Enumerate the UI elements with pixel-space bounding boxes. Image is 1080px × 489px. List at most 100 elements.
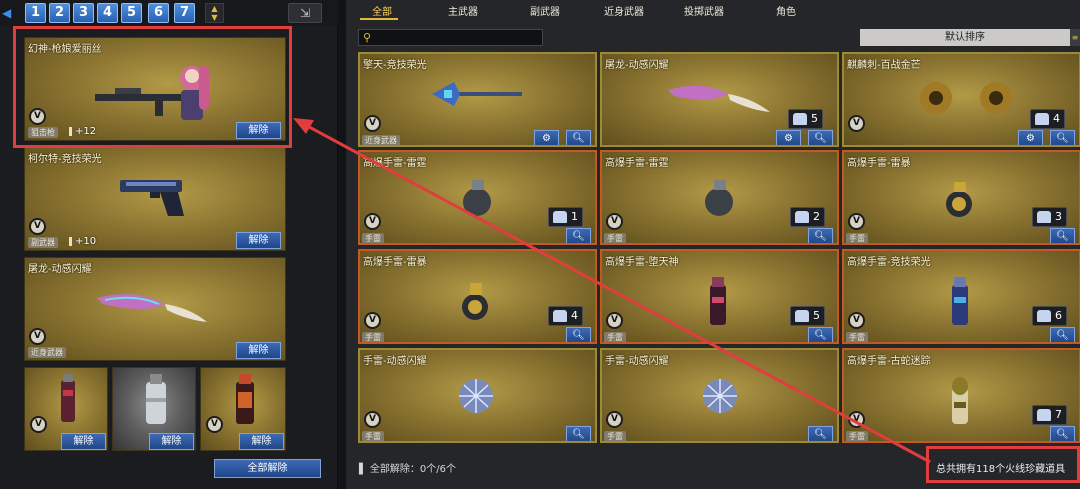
item-name: 高爆手雷-竞技荣光 — [847, 257, 931, 268]
item-count-value: 6 — [1055, 309, 1062, 322]
inventory-item-card[interactable]: 手雷-动感闪耀 V 手雷 🔍︎ — [358, 348, 597, 443]
inventory-item-card[interactable]: 高爆手雷-雷暴 V 手雷 3 🔍︎ — [842, 150, 1080, 245]
equipped-item-card[interactable]: 幻神-枪娘爱丽丝 V 狙击枪 +12 解除 — [24, 37, 286, 141]
slot-scroll-arrows-icon[interactable]: ▲ ▼ — [205, 3, 224, 23]
v-badge: V — [29, 218, 46, 235]
unequip-button[interactable]: 解除 — [149, 433, 194, 450]
slot-button-1[interactable]: 1 — [25, 3, 46, 23]
slot-button-7[interactable]: 7 — [174, 3, 195, 23]
item-count: 4 — [548, 306, 583, 326]
inventory-item-card[interactable]: 擎天-竞技荣光 V 近身武器 ⚙ 🔍︎ — [358, 52, 597, 147]
inventory-item-card[interactable]: 屠龙-动感闪耀 5 ⚙ 🔍︎ — [600, 52, 839, 147]
slot-button-5[interactable]: 5 — [121, 3, 142, 23]
item-count-value: 7 — [1055, 408, 1062, 421]
grenade-slot-card[interactable]: V 解除 — [24, 367, 108, 451]
inventory-item-card[interactable]: 手雷-动感闪耀 V 手雷 🔍︎ — [600, 348, 839, 443]
unequip-button[interactable]: 解除 — [236, 342, 281, 359]
slot-button-2[interactable]: 2 — [49, 3, 70, 23]
chest-icon — [1037, 409, 1051, 421]
inspect-button[interactable]: 🔍︎ — [1050, 228, 1075, 243]
inspect-button[interactable]: 🔍︎ — [808, 130, 833, 145]
slot-button-3[interactable]: 3 — [73, 3, 94, 23]
slot-button-6[interactable]: 6 — [148, 3, 169, 23]
tab-primary[interactable]: 主武器 — [448, 3, 478, 18]
inspect-button[interactable]: 🔍︎ — [1050, 130, 1075, 145]
v-badge: V — [848, 312, 865, 329]
tab-throwable[interactable]: 投掷武器 — [684, 3, 724, 18]
item-name: 幻神-枪娘爱丽丝 — [28, 44, 102, 55]
item-name: 高爆手雷-古蛇迷踪 — [847, 356, 931, 367]
inspect-button[interactable]: 🔍︎ — [566, 426, 591, 441]
item-name: 高爆手雷-雷霆 — [363, 158, 427, 169]
inventory-item-card[interactable]: 高爆手雷-堕天神 V 手雷 5 🔍︎ — [600, 249, 839, 344]
item-count: 3 — [1032, 207, 1067, 227]
tab-all[interactable]: 全部 — [372, 3, 392, 18]
search-input[interactable]: ⚲ — [358, 29, 543, 46]
inspect-button[interactable]: 🔍︎ — [566, 228, 591, 243]
item-type-tag: 手雷 — [362, 233, 384, 243]
v-badge: V — [606, 312, 623, 329]
upgrade-button[interactable]: ⚙ — [776, 130, 801, 145]
inventory-item-card[interactable]: 高爆手雷-雷霆 V 手雷 2 🔍︎ — [600, 150, 839, 245]
chest-icon — [1035, 113, 1049, 125]
grenade-icon — [463, 180, 491, 216]
v-badge: V — [29, 108, 46, 125]
v-badge: V — [364, 213, 381, 230]
share-icon[interactable]: ⇲ — [288, 3, 322, 23]
equipped-item-card[interactable]: 柯尔特-竞技荣光 V 副武器 +10 解除 — [24, 147, 286, 251]
twin-claws-icon — [920, 82, 1012, 114]
item-type-tag: 手雷 — [846, 431, 868, 441]
settings-button[interactable]: ⚙ — [534, 130, 559, 145]
v-badge: V — [848, 213, 865, 230]
inspect-button[interactable]: 🔍︎ — [566, 130, 591, 145]
grenade-icon — [952, 377, 968, 424]
inspect-button[interactable]: 🔍︎ — [1050, 327, 1075, 342]
grenade-slot-card[interactable]: V 解除 — [200, 367, 286, 451]
item-type-tag: 手雷 — [846, 332, 868, 342]
item-count-value: 5 — [811, 112, 818, 125]
item-name: 擎天-竞技荣光 — [363, 60, 427, 71]
equipped-item-card[interactable]: 屠龙-动感闪耀 V 近身武器 解除 — [24, 257, 286, 361]
inventory-item-card[interactable]: 高爆手雷-古蛇迷踪 V 手雷 7 🔍︎ — [842, 348, 1080, 443]
unequip-summary-text: 全部解除：0个/6个 — [369, 464, 456, 475]
inspect-button[interactable]: 🔍︎ — [1050, 426, 1075, 441]
tab-melee[interactable]: 近身武器 — [604, 3, 644, 18]
v-badge: V — [848, 411, 865, 428]
unequip-button[interactable]: 解除 — [236, 232, 281, 249]
upgrade-button[interactable]: ⚙ — [1018, 130, 1043, 145]
v-badge: V — [606, 411, 623, 428]
item-type-tag: 手雷 — [362, 431, 384, 441]
sort-menu-icon[interactable]: ≡ — [1070, 29, 1080, 46]
unequip-button[interactable]: 解除 — [236, 122, 281, 139]
chest-icon — [1037, 211, 1051, 223]
unequip-all-button[interactable]: 全部解除 — [214, 459, 321, 478]
sort-dropdown[interactable]: 默认排序 — [860, 29, 1070, 46]
tab-secondary[interactable]: 副武器 — [530, 3, 560, 18]
inventory-item-card[interactable]: 高爆手雷-雷霆 V 手雷 1 🔍︎ — [358, 150, 597, 245]
inventory-item-card[interactable]: 高爆手雷-雷暴 V 手雷 4 🔍︎ — [358, 249, 597, 344]
v-badge: V — [206, 416, 223, 433]
slot-button-4[interactable]: 4 — [97, 3, 118, 23]
tab-character[interactable]: 角色 — [776, 3, 796, 18]
demon-grenade-icon — [236, 374, 254, 424]
grenade-icon — [705, 180, 733, 216]
v-badge: V — [30, 416, 47, 433]
inventory-item-card[interactable]: 麒麟刺-百战金芒 V 4 ⚙ 🔍︎ — [842, 52, 1080, 147]
item-count-value: 5 — [813, 309, 820, 322]
back-arrow-icon[interactable]: ◀ — [2, 6, 11, 20]
grenade-icon — [952, 277, 968, 325]
halberd-icon — [432, 82, 522, 106]
slot-bar: ◀ 1 2 3 4 5 6 7 ▲ ▼ ⇲ — [0, 0, 338, 26]
inspect-button[interactable]: 🔍︎ — [808, 327, 833, 342]
item-type-tag: 手雷 — [362, 332, 384, 342]
item-type-tag: 手雷 — [604, 431, 626, 441]
grenade-slot-card[interactable]: 解除 — [112, 367, 196, 451]
unequip-button[interactable]: 解除 — [61, 433, 106, 450]
inspect-button[interactable]: 🔍︎ — [808, 228, 833, 243]
unequip-button[interactable]: 解除 — [239, 433, 284, 450]
inventory-item-card[interactable]: 高爆手雷-竞技荣光 V 手雷 6 🔍︎ — [842, 249, 1080, 344]
inspect-button[interactable]: 🔍︎ — [566, 327, 591, 342]
category-tabs: 全部 主武器 副武器 近身武器 投掷武器 角色 — [346, 0, 1080, 22]
inspect-button[interactable]: 🔍︎ — [808, 426, 833, 441]
item-name: 高爆手雷-雷暴 — [847, 158, 911, 169]
